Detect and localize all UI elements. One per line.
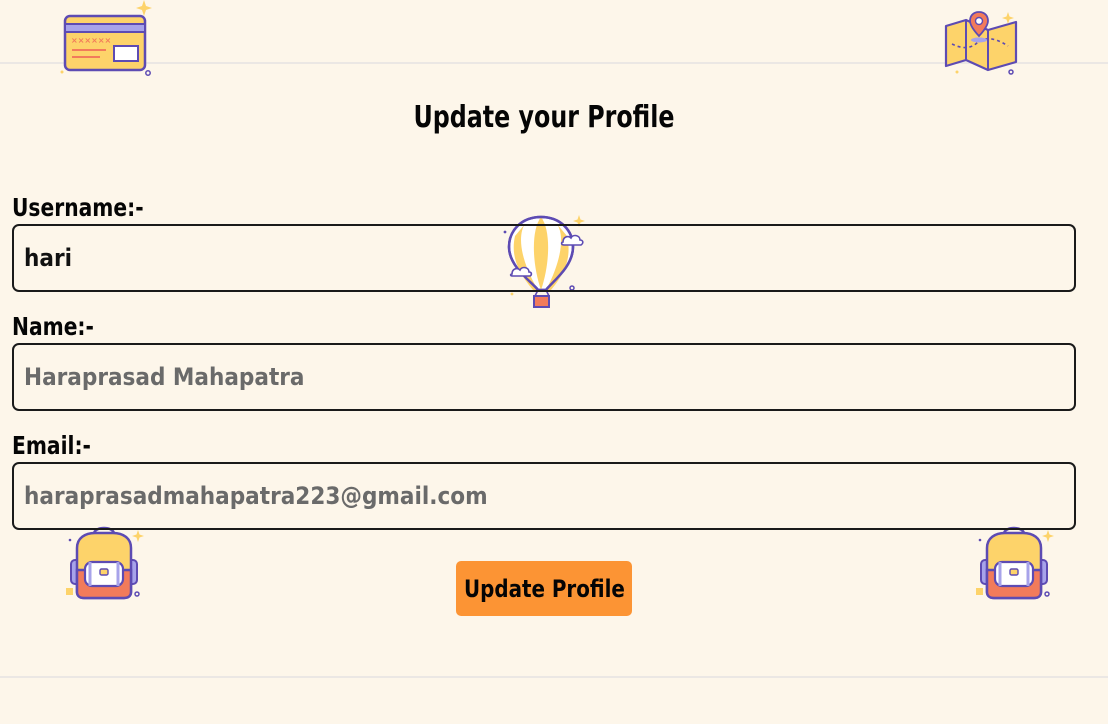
name-label: Name:- (12, 312, 94, 341)
backpack-icon (976, 526, 1054, 600)
credit-card-icon: ×××××× (60, 0, 152, 76)
bottom-divider (0, 676, 1108, 678)
backpack-icon (66, 526, 144, 600)
svg-text:××××××: ×××××× (71, 36, 111, 45)
username-label: Username:- (12, 193, 144, 222)
map-icon (944, 11, 1018, 75)
update-profile-button-label: Update Profile (463, 574, 625, 603)
email-input[interactable] (12, 462, 1076, 530)
email-label: Email:- (12, 431, 91, 460)
update-profile-button[interactable]: Update Profile (456, 561, 632, 616)
username-input[interactable] (12, 224, 1076, 292)
name-input[interactable] (12, 343, 1076, 411)
page-title: Update your Profile (413, 100, 675, 135)
